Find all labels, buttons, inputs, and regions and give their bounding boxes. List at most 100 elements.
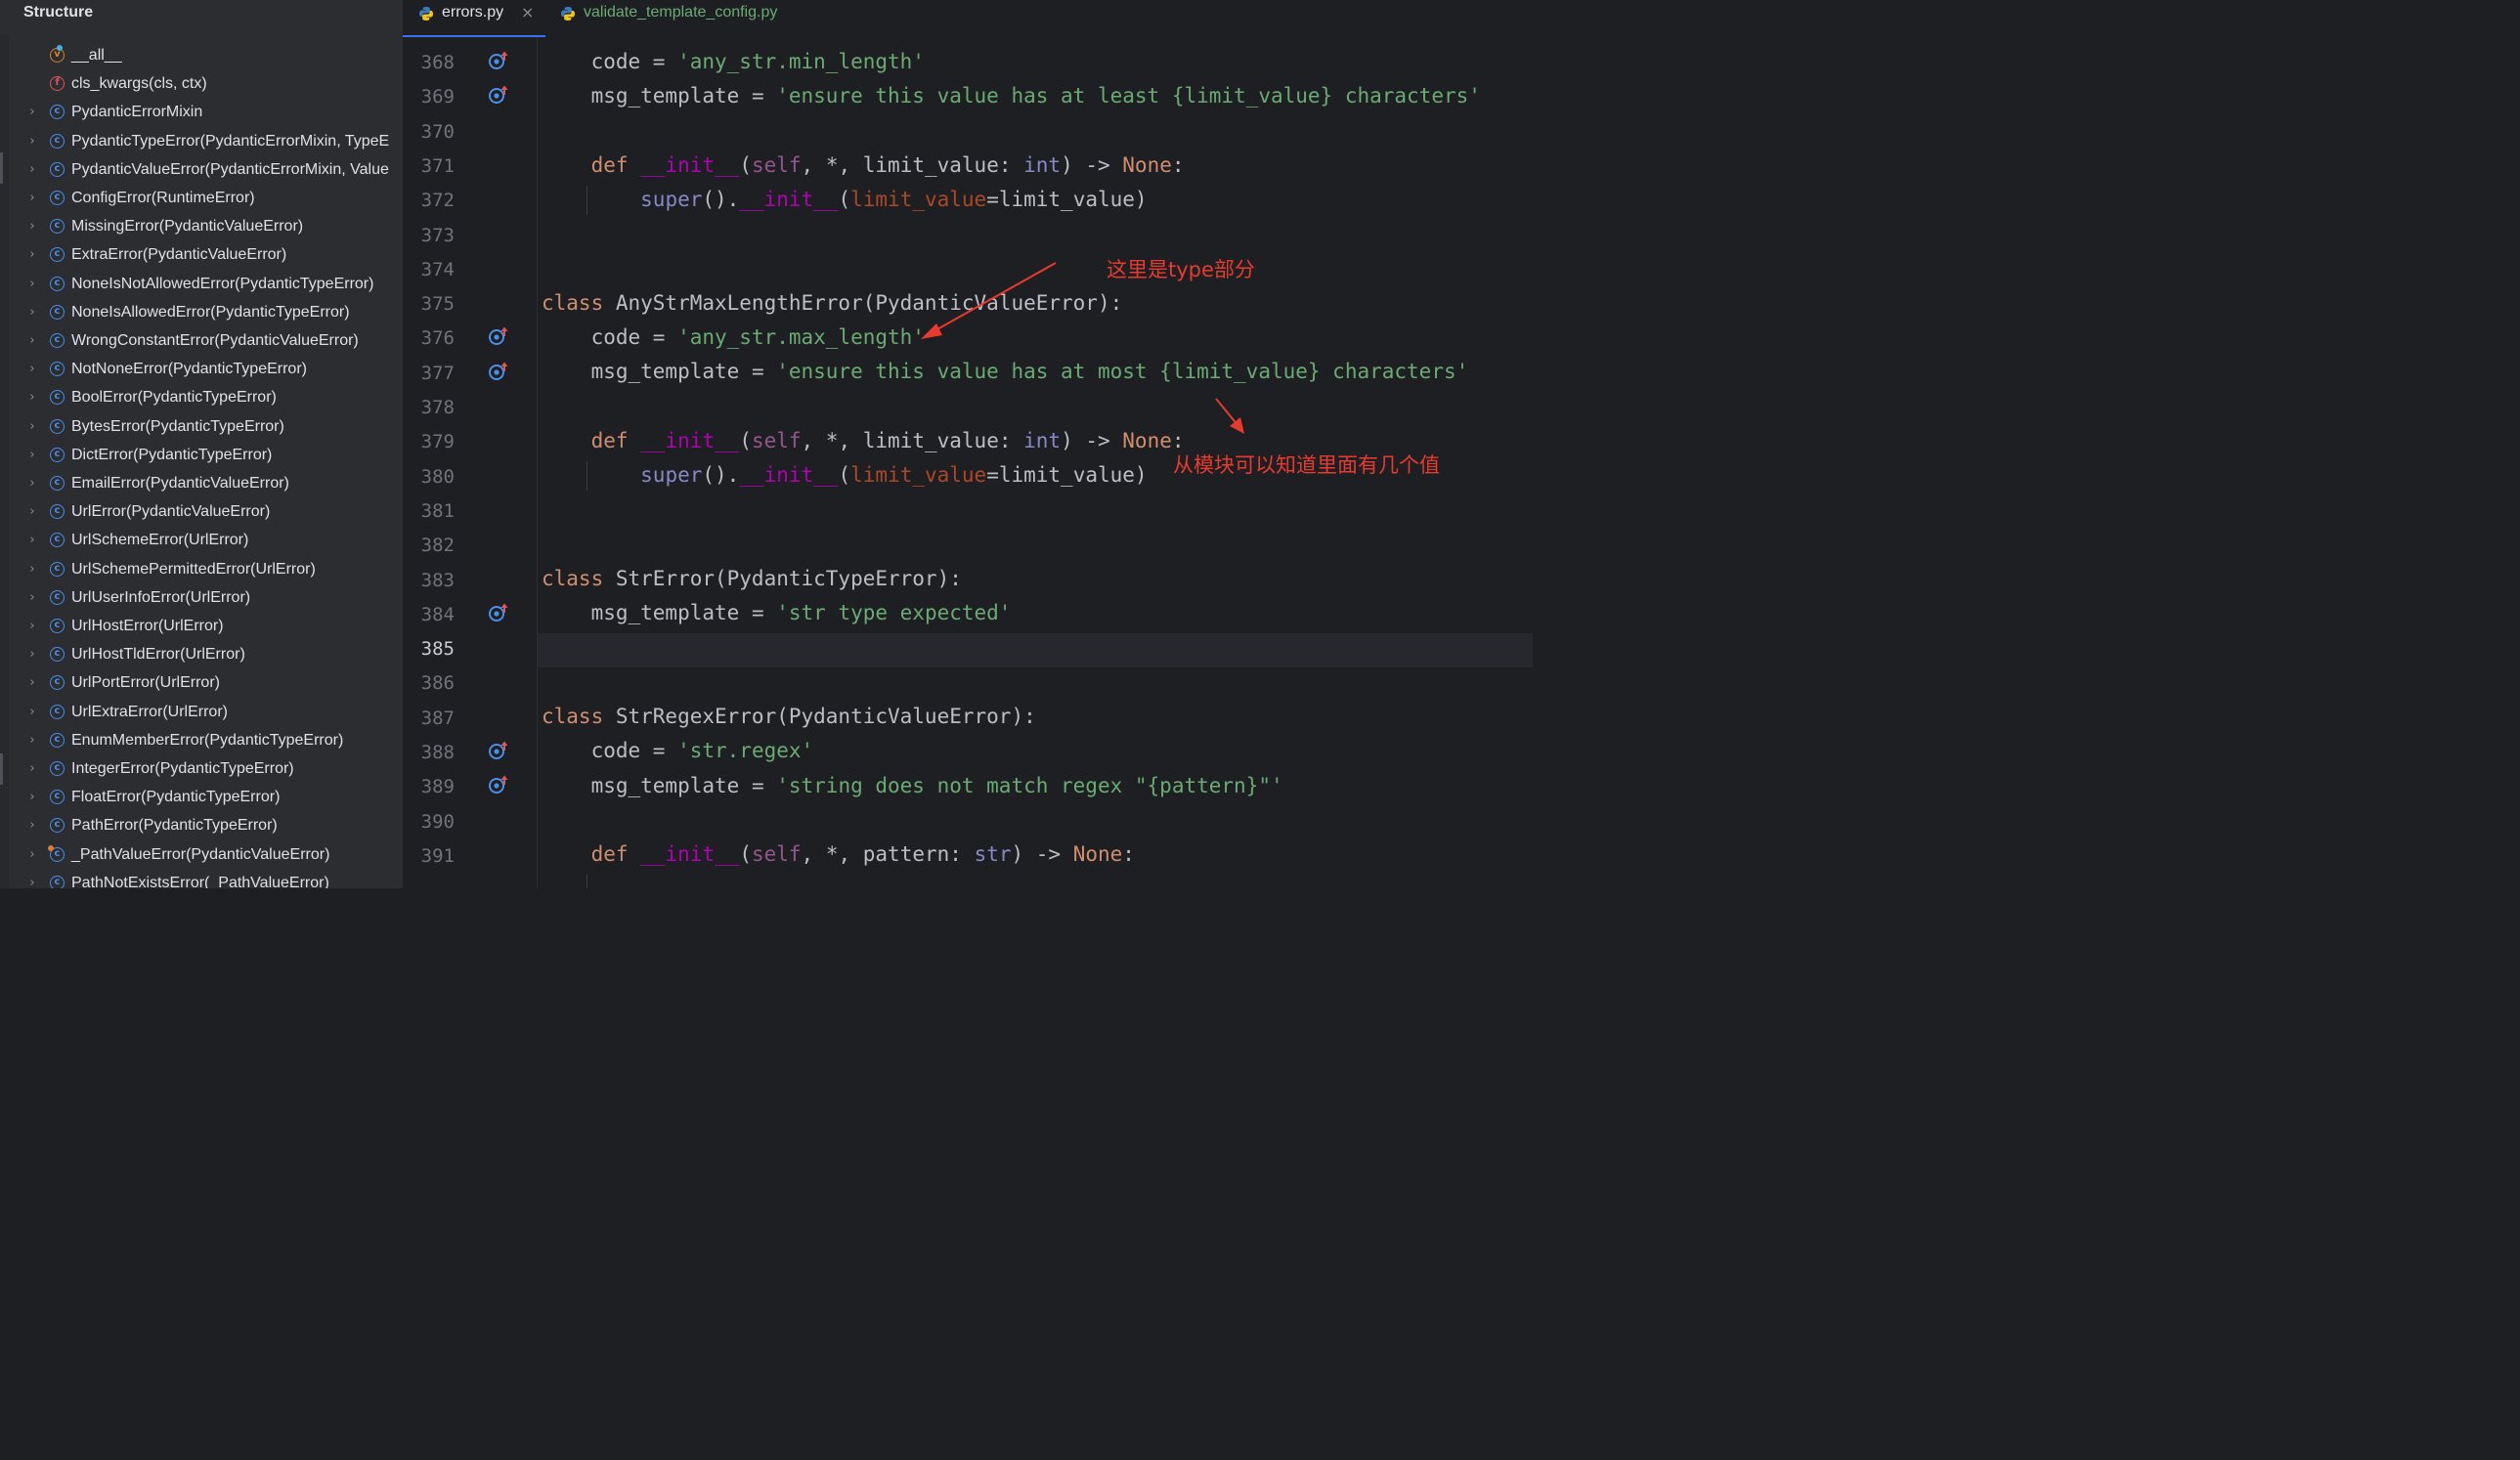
structure-item[interactable]: f cls_kwargs(cls, ctx) (0, 70, 403, 99)
structure-item-label: WrongConstantError(PydanticValueError) (71, 332, 359, 349)
structure-item-label: DictError(PydanticTypeError) (71, 446, 273, 463)
chevron-right-icon[interactable]: › (26, 648, 38, 662)
structure-item[interactable]: › c PathNotExistsError(_PathValueError) (0, 870, 403, 888)
structure-item-label: EmailError(PydanticValueError) (71, 475, 289, 492)
structure-item[interactable]: › c FloatError(PydanticTypeError) (0, 784, 403, 812)
chevron-right-icon[interactable]: › (26, 248, 38, 262)
chevron-right-icon[interactable]: › (26, 419, 38, 434)
chevron-right-icon[interactable]: › (26, 847, 38, 862)
structure-item-label: EnumMemberError(PydanticTypeError) (71, 731, 344, 749)
chevron-right-icon[interactable]: › (26, 676, 38, 690)
structure-item[interactable]: › c UrlHostError(UrlError) (0, 613, 403, 641)
structure-item[interactable]: › c BytesError(PydanticTypeError) (0, 413, 403, 442)
chevron-right-icon[interactable]: › (26, 733, 38, 748)
close-icon[interactable]: × (521, 3, 534, 21)
chevron-right-icon[interactable]: › (26, 791, 38, 804)
arrow-head (921, 323, 942, 339)
tab-errors-py[interactable]: errors.py × (403, 0, 545, 38)
chevron-right-icon[interactable]: › (26, 876, 38, 888)
class-icon: c (50, 304, 65, 320)
structure-item[interactable]: › c ConfigError(RuntimeError) (0, 185, 403, 213)
chevron-right-icon[interactable]: › (26, 705, 38, 719)
structure-item-label: UrlExtraError(UrlError) (71, 703, 228, 720)
class-icon: c (50, 875, 65, 888)
chevron-right-icon[interactable]: › (26, 363, 38, 376)
structure-item-label: PydanticValueError(PydanticErrorMixin, V… (71, 160, 389, 178)
structure-item[interactable]: › c IntegerError(PydanticTypeError) (0, 755, 403, 784)
structure-item[interactable]: › c UrlSchemeError(UrlError) (0, 527, 403, 555)
structure-item[interactable]: › c MissingError(PydanticValueError) (0, 213, 403, 241)
class-icon: c (50, 533, 65, 548)
code-editor[interactable]: 368 369 370 371 372 373 374 375 376 377 378 379 380 3… (403, 37, 1533, 888)
class-icon: c (50, 790, 65, 805)
structure-item[interactable]: › c EmailError(PydanticValueError) (0, 470, 403, 498)
chevron-right-icon[interactable]: › (26, 334, 38, 348)
chevron-right-icon[interactable]: › (26, 819, 38, 833)
structure-item[interactable]: v __all__ (0, 42, 403, 70)
structure-item-label: UrlUserInfoError(UrlError) (71, 588, 251, 606)
python-icon (561, 7, 575, 21)
structure-item-label: NotNoneError(PydanticTypeError) (71, 361, 307, 378)
editor-tab-bar: errors.py × validate_template_config.py (403, 0, 1533, 38)
structure-item[interactable]: › c EnumMemberError(PydanticTypeError) (0, 727, 403, 755)
structure-item[interactable]: › c UrlHostTldError(UrlError) (0, 641, 403, 669)
structure-item[interactable]: › c UrlUserInfoError(UrlError) (0, 584, 403, 613)
structure-item[interactable]: › c NoneIsAllowedError(PydanticTypeError) (0, 299, 403, 327)
structure-item[interactable]: › c UrlExtraError(UrlError) (0, 699, 403, 727)
class-icon: c (50, 447, 65, 462)
variable-marker-icon (57, 45, 63, 51)
structure-item[interactable]: › c WrongConstantError(PydanticValueError) (0, 327, 403, 356)
structure-item[interactable]: › c PydanticValueError(PydanticErrorMixin,… (0, 156, 403, 185)
structure-item[interactable]: › c PydanticTypeError(PydanticErrorMixin, … (0, 128, 403, 156)
structure-header: Structure (0, 0, 403, 27)
structure-item-label: UrlHostError(UrlError) (71, 618, 224, 634)
chevron-right-icon[interactable]: › (26, 590, 38, 605)
chevron-right-icon[interactable]: › (26, 220, 38, 234)
structure-item[interactable]: › c DictError(PydanticTypeError) (0, 442, 403, 470)
structure-title: Structure (23, 4, 94, 21)
chevron-right-icon[interactable]: › (26, 134, 38, 149)
class-icon: c (50, 647, 65, 663)
tab-label: errors.py (442, 4, 504, 21)
chevron-right-icon[interactable]: › (26, 562, 38, 577)
structure-item[interactable]: › c ExtraError(PydanticValueError) (0, 241, 403, 270)
class-icon: c (50, 105, 65, 120)
structure-item[interactable]: › c NoneIsNotAllowedError(PydanticTypeErro… (0, 271, 403, 299)
chevron-right-icon[interactable]: › (26, 534, 38, 547)
chevron-right-icon[interactable]: › (26, 448, 38, 462)
chevron-right-icon[interactable]: › (26, 162, 38, 177)
arrow-line (928, 262, 1057, 335)
chevron-right-icon[interactable]: › (26, 762, 38, 776)
structure-item[interactable]: › c NotNoneError(PydanticTypeError) (0, 356, 403, 384)
class-icon: c (50, 675, 65, 691)
structure-item[interactable]: › c _PathValueError(PydanticValueError) (0, 841, 403, 870)
chevron-right-icon[interactable]: › (26, 620, 38, 633)
structure-item-label: BytesError(PydanticTypeError) (71, 417, 284, 435)
class-icon: c (50, 219, 65, 235)
structure-item-label: BoolError(PydanticTypeError) (71, 389, 277, 407)
chevron-right-icon[interactable]: › (26, 106, 38, 119)
structure-item[interactable]: › c UrlPortError(UrlError) (0, 669, 403, 698)
class-icon: c (50, 133, 65, 149)
chevron-right-icon[interactable]: › (26, 277, 38, 291)
tab-validate-template-config[interactable]: validate_template_config.py (557, 0, 802, 37)
chevron-right-icon[interactable]: › (26, 192, 38, 205)
chevron-right-icon[interactable]: › (26, 505, 38, 519)
structure-item-label: UrlSchemeError(UrlError) (71, 532, 249, 549)
structure-item[interactable]: › c PydanticErrorMixin (0, 99, 403, 127)
tab-label: validate_template_config.py (584, 4, 778, 21)
structure-item-label: _PathValueError(PydanticValueError) (71, 845, 330, 863)
class-icon: c (50, 362, 65, 377)
structure-panel: Structure v __all__ f cls_kwargs(cls, ctx) ›… (0, 0, 403, 888)
structure-item[interactable]: › c UrlError(PydanticValueError) (0, 498, 403, 527)
class-icon: c (50, 418, 65, 434)
chevron-right-icon[interactable]: › (26, 391, 38, 405)
chevron-right-icon[interactable]: › (26, 477, 38, 491)
class-icon: c (50, 704, 65, 719)
class-icon: c (50, 390, 65, 406)
structure-item[interactable]: › c UrlSchemePermittedError(UrlError) (0, 556, 403, 584)
structure-item[interactable]: › c PathError(PydanticTypeError) (0, 812, 403, 840)
structure-item[interactable]: › c BoolError(PydanticTypeError) (0, 384, 403, 412)
structure-item-label: MissingError(PydanticValueError) (71, 218, 304, 236)
chevron-right-icon[interactable]: › (26, 305, 38, 320)
